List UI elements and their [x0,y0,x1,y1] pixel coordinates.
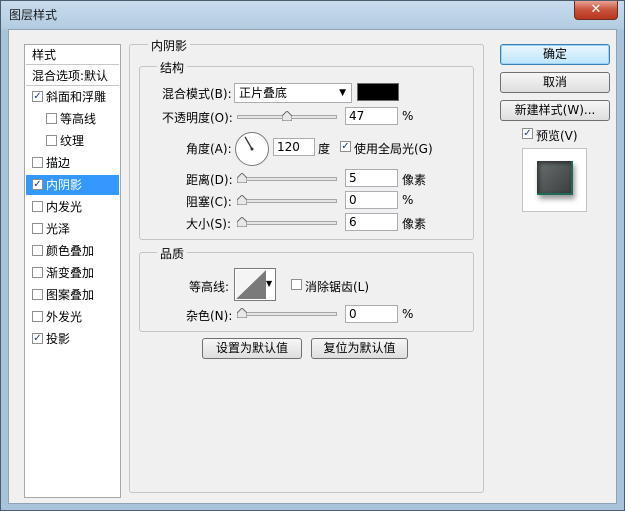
style-item[interactable]: 渐变叠加 [26,263,119,283]
noise-slider[interactable] [237,312,337,316]
style-item-checkbox[interactable] [46,113,57,124]
choke-input[interactable]: 0 [345,191,398,209]
noise-unit: % [402,307,414,321]
contour-label: 等高线: [189,280,230,294]
opacity-slider-thumb[interactable] [281,111,292,121]
style-item[interactable]: ✓ 投影 [26,329,119,349]
distance-label: 距离(D): [186,173,233,187]
new-style-button[interactable]: 新建样式(W)... [500,100,610,121]
angle-unit: 度 [318,142,331,156]
style-item[interactable]: 内发光 [26,197,119,217]
style-item-label: 光泽 [46,222,71,236]
style-item[interactable]: 纹理 [26,131,119,151]
distance-slider-thumb[interactable] [237,173,247,183]
style-item[interactable]: 颜色叠加 [26,241,119,261]
style-item[interactable]: 描边 [26,153,119,173]
global-light-label: 使用全局光(G) [354,142,433,156]
blend-mode-select[interactable]: 正片叠底 ▼ [234,83,352,103]
styles-list: 样式 混合选项:默认 ✓ 斜面和浮雕 等高线 纹理 描边 ✓ 内阴影 内发光 光泽 颜色叠加 渐变叠… [24,44,121,498]
style-item[interactable]: 图案叠加 [26,285,119,305]
style-item[interactable]: 光泽 [26,219,119,239]
quality-title: 品质 [157,245,188,262]
chevron-down-icon: ▼ [339,88,346,98]
style-item-label: 内阴影 [46,178,83,192]
style-item-label: 纹理 [60,134,85,148]
opacity-unit: % [402,109,414,123]
style-preview [522,148,587,212]
choke-unit: % [402,193,414,207]
close-button[interactable]: ✕ [574,1,618,20]
distance-input[interactable]: 5 [345,169,398,187]
style-item-checkbox[interactable] [32,289,43,300]
global-light-checkbox[interactable]: ✓ [340,141,351,152]
set-default-button[interactable]: 设置为默认值 [202,338,302,359]
angle-dial-icon[interactable] [234,131,270,167]
inner-shadow-title: 内阴影 [148,37,191,54]
size-unit: 像素 [402,217,427,231]
style-item-checkbox[interactable] [32,201,43,212]
style-item-checkbox[interactable]: ✓ [32,179,43,190]
preview-checkbox[interactable]: ✓ [522,128,533,139]
distance-unit: 像素 [402,173,427,187]
blend-options-item[interactable]: 混合选项:默认 [26,66,119,86]
style-item-checkbox[interactable] [32,311,43,322]
blend-mode-label: 混合模式(B): [162,87,232,101]
style-item-label: 内发光 [46,200,83,214]
noise-slider-thumb[interactable] [237,308,247,318]
style-item-label: 颜色叠加 [46,244,95,258]
distance-slider[interactable] [237,177,337,181]
preview-label: 预览(V) [536,129,578,143]
style-item-label: 外发光 [46,310,83,324]
size-label: 大小(S): [186,217,232,231]
size-slider-thumb[interactable] [237,217,247,227]
style-item-label: 投影 [46,332,71,346]
blend-color-swatch[interactable] [357,83,399,101]
dialog-client: 样式 混合选项:默认 ✓ 斜面和浮雕 等高线 纹理 描边 ✓ 内阴影 内发光 光泽 颜色叠加 渐变叠… [8,29,617,504]
styles-header[interactable]: 样式 [26,45,119,65]
style-item-checkbox[interactable]: ✓ [32,333,43,344]
size-slider[interactable] [237,221,337,225]
opacity-input[interactable]: 47 [345,107,398,125]
style-item-checkbox[interactable]: ✓ [32,91,43,102]
style-item[interactable]: ✓ 斜面和浮雕 [26,87,119,107]
style-item[interactable]: 等高线 [26,109,119,129]
opacity-label: 不透明度(O): [162,111,233,125]
anti-alias-label: 消除锯齿(L) [305,280,370,294]
style-item-checkbox[interactable] [46,135,57,146]
contour-picker[interactable]: ▼ [234,268,276,301]
size-input[interactable]: 6 [345,213,398,231]
preview-swatch [537,161,573,195]
style-item-checkbox[interactable] [32,223,43,234]
style-item-label: 斜面和浮雕 [46,90,107,104]
dialog-window: 图层样式 ✕ 样式 混合选项:默认 ✓ 斜面和浮雕 等高线 纹理 描边 ✓ 内阴影 内发光 光泽… [0,0,625,511]
choke-slider[interactable] [237,199,337,203]
chevron-down-icon: ▼ [266,279,273,288]
style-item-label: 图案叠加 [46,288,95,302]
ok-button[interactable]: 确定 [500,44,610,65]
style-item-checkbox[interactable] [32,157,43,168]
noise-input[interactable]: 0 [345,305,398,323]
style-item-label: 渐变叠加 [46,266,95,280]
style-item-label: 等高线 [60,112,97,126]
style-item[interactable]: 外发光 [26,307,119,327]
style-item-label: 描边 [46,156,71,170]
choke-label: 阻塞(C): [186,195,232,209]
anti-alias-checkbox[interactable] [291,279,302,290]
window-title: 图层样式 [9,8,58,22]
angle-label: 角度(A): [186,142,232,156]
cancel-button[interactable]: 取消 [500,72,610,93]
reset-default-button[interactable]: 复位为默认值 [311,338,408,359]
blend-mode-value: 正片叠底 [239,86,288,100]
structure-title: 结构 [157,59,188,76]
style-item-checkbox[interactable] [32,267,43,278]
style-item[interactable]: ✓ 内阴影 [26,175,119,195]
style-item-checkbox[interactable] [32,245,43,256]
choke-slider-thumb[interactable] [237,195,247,205]
noise-label: 杂色(N): [186,309,233,323]
contour-preview-icon [236,270,266,299]
angle-input[interactable]: 120 [273,138,315,156]
